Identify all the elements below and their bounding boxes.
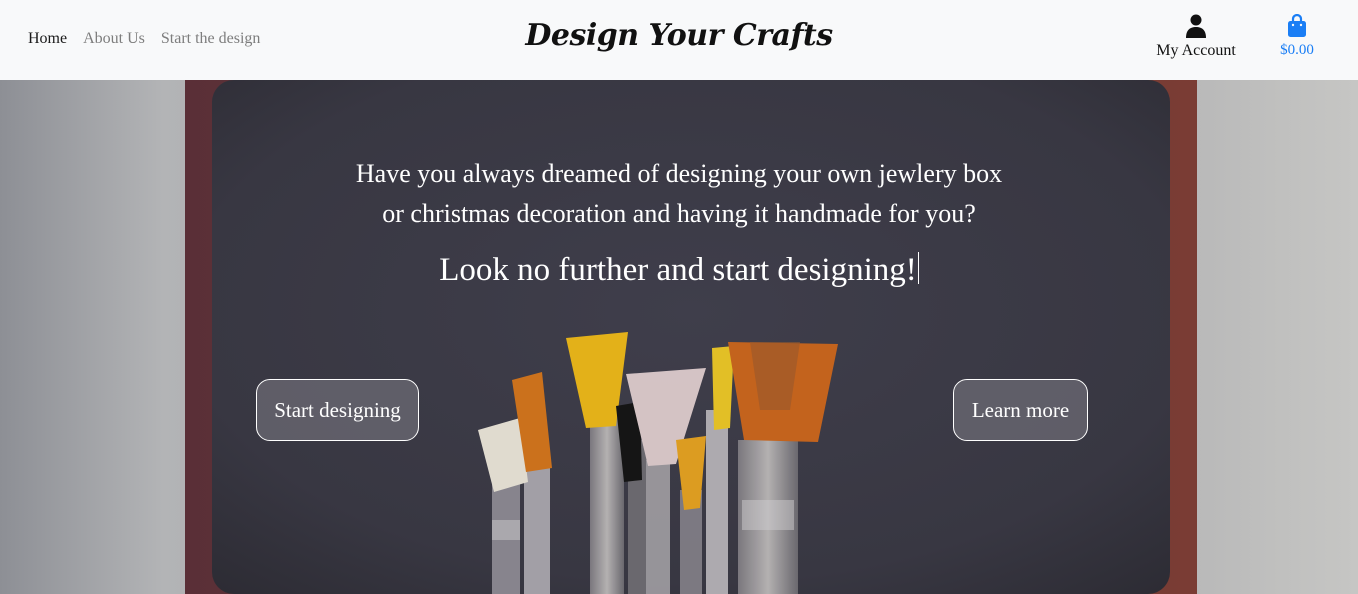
learn-more-button[interactable]: Learn more: [953, 379, 1088, 441]
brand-logo[interactable]: Design Your Crafts: [525, 18, 833, 53]
start-designing-button[interactable]: Start designing: [256, 379, 419, 441]
cart-total: $0.00: [1280, 42, 1314, 58]
hero-tagline-text: Look no further and start designing!: [439, 252, 917, 288]
user-icon: [1186, 14, 1206, 38]
my-account-link[interactable]: My Account: [1148, 14, 1244, 60]
my-account-label: My Account: [1156, 42, 1236, 59]
cart-link[interactable]: $0.00: [1268, 14, 1326, 59]
hero-headline-line-2: or christmas decoration and having it ha…: [382, 199, 976, 228]
top-navbar: Home About Us Start the design Design Yo…: [0, 0, 1358, 80]
hero-headline-line-1: Have you always dreamed of designing you…: [355, 159, 1003, 188]
shopping-bag-icon: [1288, 14, 1306, 37]
typing-caret: [917, 252, 919, 284]
hero-tagline: Look no further and start designing!: [0, 248, 1358, 292]
hero-section: Have you always dreamed of designing you…: [0, 80, 1358, 594]
